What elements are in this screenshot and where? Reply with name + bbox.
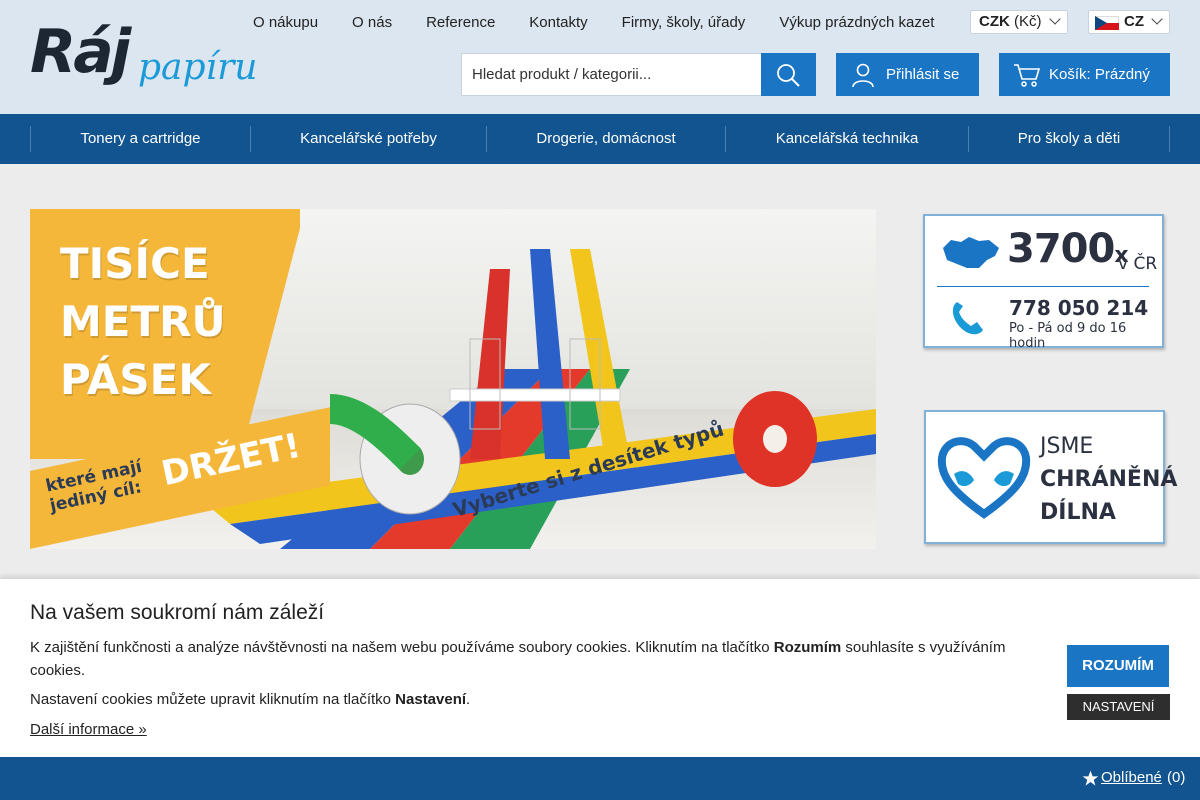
cookie-title: Na vašem soukromí nám záleží [30, 601, 325, 624]
currency-select[interactable]: CZK (Kč) [970, 10, 1068, 34]
topnav-link-firmy[interactable]: Firmy, školy, úřady [605, 13, 763, 33]
user-icon [852, 63, 874, 88]
logo-main-text: Ráj [30, 17, 131, 87]
category-kancelarska-technika[interactable]: Kancelářská technika [725, 126, 968, 152]
czech-map-icon [943, 237, 999, 268]
topnav-link-o-nas[interactable]: O nás [335, 13, 409, 33]
cart-icon [1014, 64, 1041, 87]
site-logo[interactable]: Ráj papíru [30, 17, 257, 106]
banner-headline: TISÍCE METRŮ PÁSEK [60, 239, 226, 404]
category-drogerie[interactable]: Drogerie, domácnost [486, 126, 725, 152]
czech-flag-icon [1095, 16, 1119, 30]
cookie-accept-button[interactable]: ROZUMÍM [1067, 645, 1169, 687]
category-tonery[interactable]: Tonery a cartridge [30, 126, 250, 152]
favorites-count: (0) [1167, 769, 1186, 786]
phone-icon [952, 302, 983, 335]
contact-promo[interactable]: 3700x v ČR 778 050 214 Po - Pá od 9 do 1… [923, 214, 1164, 351]
cookie-more-info-link[interactable]: Další informace » [30, 718, 147, 741]
cookie-settings-hint: Nastavení cookies můžete upravit kliknut… [30, 691, 471, 708]
cart-button[interactable]: Košík: Prázdný [999, 53, 1170, 96]
category-divider [1169, 126, 1170, 152]
language-code: CZ [1124, 13, 1144, 30]
site-header: Ráj papíru O nákupu O nás Reference Kont… [0, 0, 1200, 114]
promo-banner[interactable]: TISÍCE METRŮ PÁSEK které mají jediný cíl… [30, 209, 876, 549]
chevron-down-icon [1049, 13, 1061, 25]
search-icon [777, 64, 800, 87]
chevron-down-icon [1151, 13, 1163, 25]
category-kancelarske-potreby[interactable]: Kancelářské potřeby [250, 126, 486, 152]
category-pro-skoly[interactable]: Pro školy a děti [968, 126, 1169, 152]
category-navigation: Tonery a cartridge Kancelářské potřeby D… [0, 114, 1200, 164]
location-country: v ČR [1118, 254, 1158, 274]
topnav-link-kontakty[interactable]: Kontakty [512, 13, 604, 33]
top-navigation: O nákupu O nás Reference Kontakty Firmy,… [236, 13, 951, 33]
logo-sub-text: papíru [138, 47, 258, 88]
currency-symbol: (Kč) [1014, 13, 1042, 30]
language-select[interactable]: CZ [1088, 10, 1170, 34]
cart-label: Košík: Prázdný [1049, 66, 1150, 83]
search-input[interactable] [461, 53, 762, 96]
topnav-link-vykup[interactable]: Výkup prázdných kazet [762, 13, 951, 33]
topnav-link-reference[interactable]: Reference [409, 13, 512, 33]
cookie-consent-bar: Na vašem soukromí nám záleží K zajištění… [0, 579, 1200, 757]
cookie-description: K zajištění funkčnosti a analýze návštěv… [30, 639, 1006, 679]
star-icon [1082, 770, 1099, 786]
login-label: Přihlásit se [886, 66, 960, 83]
currency-code: CZK [979, 13, 1010, 30]
location-count: 3700x [1007, 226, 1129, 272]
login-button[interactable]: Přihlásit se [836, 53, 979, 96]
contact-hours: Po - Pá od 9 do 16 hodin [1009, 321, 1127, 351]
contact-phone: 778 050 214 [1009, 296, 1149, 320]
workshop-promo[interactable]: JSME CHRÁNĚNÁ DÍLNA [924, 410, 1177, 544]
favorites-label: Oblíbené [1101, 769, 1162, 786]
search-button[interactable] [761, 53, 816, 96]
topnav-link-o-nakupu[interactable]: O nákupu [236, 13, 335, 33]
cookie-settings-button[interactable]: NASTAVENÍ [1067, 694, 1170, 720]
workshop-text: JSME CHRÁNĚNÁ DÍLNA [1040, 434, 1178, 525]
favorites-bar: Oblíbené (0) [0, 757, 1200, 800]
hands-heart-icon [937, 437, 1031, 519]
